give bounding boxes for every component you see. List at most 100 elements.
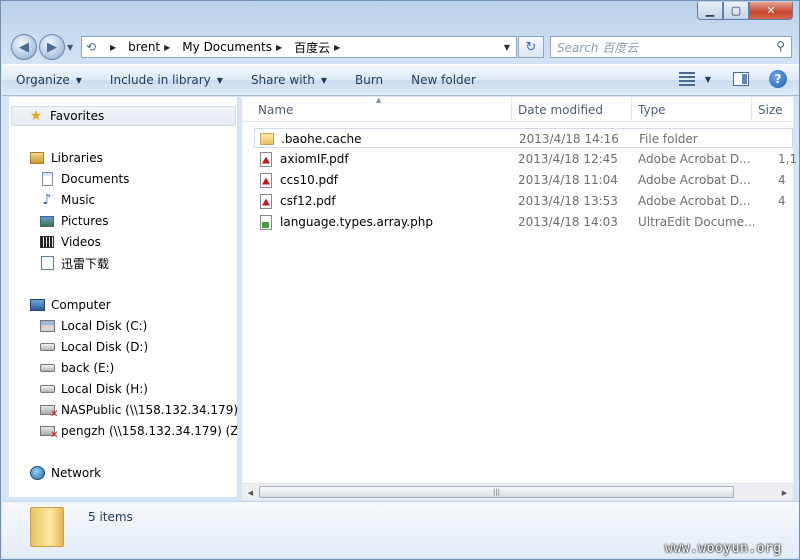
column-label: Date modified: [518, 102, 604, 117]
nav-xunlei-downloads[interactable]: 迅雷下载: [39, 253, 109, 273]
file-row[interactable]: language.types.array.php 2013/4/18 14:03…: [254, 212, 793, 232]
include-in-library-label: Include in library: [109, 73, 211, 87]
breadcrumb-baiduyun[interactable]: 百度云 ▶: [292, 39, 350, 56]
file-row[interactable]: .baohe.cache 2013/4/18 14:16 File folder: [254, 128, 793, 148]
minimize-button[interactable]: ▁: [697, 2, 723, 20]
file-date: 2013/4/18 14:16: [519, 132, 619, 146]
nav-label: NASPublic (\\158.132.34.179) (Y:): [61, 403, 238, 417]
file-type: Adobe Acrobat D...: [638, 194, 751, 208]
file-row[interactable]: csf12.pdf 2013/4/18 13:53 Adobe Acrobat …: [254, 191, 793, 211]
nav-label: Libraries: [51, 151, 103, 165]
file-date: 2013/4/18 14:03: [518, 215, 618, 229]
chevron-right-icon: ▶: [164, 42, 171, 52]
nav-drive-d[interactable]: Local Disk (D:): [39, 337, 148, 357]
recent-pages-dropdown[interactable]: ▼: [67, 43, 73, 52]
file-row[interactable]: axiomIF.pdf 2013/4/18 12:45 Adobe Acroba…: [254, 149, 797, 169]
breadcrumb-label: 百度云: [294, 40, 331, 55]
nav-drive-e[interactable]: back (E:): [39, 358, 114, 378]
file-date: 2013/4/18 13:53: [518, 194, 618, 208]
forward-arrow-icon: ▶: [47, 39, 57, 55]
search-icon[interactable]: ⚲: [776, 39, 785, 53]
nav-drive-h[interactable]: Local Disk (H:): [39, 379, 148, 399]
chevron-down-icon: ▼: [216, 75, 223, 85]
refresh-button[interactable]: ↻: [518, 36, 544, 58]
file-type: UltraEdit Docume...: [638, 215, 756, 229]
column-type[interactable]: Type: [632, 97, 752, 122]
column-date-modified[interactable]: Date modified: [512, 97, 632, 122]
window-controls: ▁ ▢ ✕: [697, 2, 793, 20]
nav-favorites[interactable]: ★ Favorites: [11, 106, 236, 126]
libraries-icon: [29, 150, 45, 166]
organize-menu[interactable]: Organize ▼: [2, 69, 96, 91]
column-size[interactable]: Size: [752, 97, 793, 122]
file-size: 4: [778, 173, 786, 187]
breadcrumb-my-documents[interactable]: My Documents ▶: [180, 40, 292, 54]
nav-drive-c[interactable]: Local Disk (C:): [39, 316, 147, 336]
nav-label: Local Disk (D:): [61, 340, 149, 354]
nav-libraries[interactable]: Libraries: [29, 148, 103, 168]
nav-label: 迅雷下载: [61, 256, 110, 271]
address-history-dropdown[interactable]: ▼: [504, 43, 510, 52]
network-icon: [29, 465, 45, 481]
search-input[interactable]: Search 百度云 ⚲: [550, 36, 792, 58]
star-icon: ★: [29, 108, 43, 124]
nav-drive-y[interactable]: NASPublic (\\158.132.34.179) (Y:): [39, 400, 238, 420]
file-name: axiomIF.pdf: [280, 152, 349, 166]
file-type: Adobe Acrobat D...: [638, 152, 751, 166]
new-folder-button[interactable]: New folder: [397, 69, 490, 91]
nav-pictures[interactable]: Pictures: [39, 211, 109, 231]
column-label: Type: [638, 102, 666, 117]
nav-label: pengzh (\\158.132.34.179) (Z:): [61, 424, 238, 438]
pictures-icon: [39, 213, 55, 229]
folder-icon: [259, 131, 275, 147]
computer-icon: [29, 297, 45, 313]
view-options-dropdown[interactable]: ▼: [705, 75, 711, 84]
include-in-library-menu[interactable]: Include in library ▼: [96, 69, 237, 91]
chevron-right-icon: ▶: [334, 42, 341, 52]
back-button[interactable]: ◀: [11, 34, 37, 60]
watermark: www.wooyun.org: [665, 541, 782, 556]
disconnected-network-drive-icon: [39, 423, 59, 441]
chevron-down-icon: ▼: [75, 75, 82, 85]
nav-label: Favorites: [50, 109, 105, 123]
close-button[interactable]: ✕: [749, 2, 793, 20]
scroll-right-icon[interactable]: ▶: [776, 484, 793, 501]
burn-button[interactable]: Burn: [341, 69, 397, 91]
column-label: Size: [758, 102, 783, 117]
breadcrumb-label: brent: [128, 40, 161, 54]
nav-label: Videos: [61, 235, 101, 249]
file-date: 2013/4/18 11:04: [518, 173, 618, 187]
nav-documents[interactable]: Documents: [39, 169, 129, 189]
file-date: 2013/4/18 12:45: [518, 152, 618, 166]
file-size: 1,1: [778, 152, 798, 166]
nav-label: Pictures: [61, 214, 109, 228]
column-name[interactable]: Name: [252, 97, 512, 122]
breadcrumb-brent[interactable]: brent ▶: [126, 40, 180, 54]
change-view-icon[interactable]: [678, 72, 695, 86]
back-arrow-icon: ◀: [19, 39, 29, 55]
documents-icon: [39, 171, 55, 187]
nav-computer[interactable]: Computer: [29, 295, 111, 315]
share-with-menu[interactable]: Share with ▼: [237, 69, 341, 91]
horizontal-scrollbar[interactable]: ◀ ||| ▶: [242, 483, 793, 500]
forward-button[interactable]: ▶: [39, 34, 65, 60]
folder-icon: [30, 507, 64, 547]
file-type: File folder: [639, 132, 698, 146]
nav-music[interactable]: ♪ Music: [39, 190, 96, 210]
breadcrumb-arrow[interactable]: ▶: [104, 43, 126, 52]
chevron-right-icon: ▶: [276, 42, 283, 52]
scroll-left-icon[interactable]: ◀: [242, 484, 259, 501]
php-file-icon: [258, 214, 274, 230]
nav-drive-z[interactable]: pengzh (\\158.132.34.179) (Z:): [39, 421, 238, 441]
explorer-window: ▁ ▢ ✕ ◀ ▶ ▼ ⟲ ▶ brent ▶ My Documents ▶ 百度云…: [0, 0, 800, 560]
help-button[interactable]: ?: [769, 70, 787, 88]
nav-videos[interactable]: Videos: [39, 232, 101, 252]
maximize-button[interactable]: ▢: [723, 2, 749, 20]
scrollbar-thumb[interactable]: |||: [259, 486, 734, 498]
file-row[interactable]: ccs10.pdf 2013/4/18 11:04 Adobe Acrobat …: [254, 170, 793, 190]
command-bar: Organize ▼ Include in library ▼ Share with…: [2, 64, 799, 96]
preview-pane-icon[interactable]: [733, 72, 749, 86]
address-bar[interactable]: ⟲ ▶ brent ▶ My Documents ▶ 百度云 ▶ ▼: [81, 36, 517, 58]
refresh-icon: ↻: [525, 39, 537, 55]
nav-network[interactable]: Network: [29, 463, 101, 483]
